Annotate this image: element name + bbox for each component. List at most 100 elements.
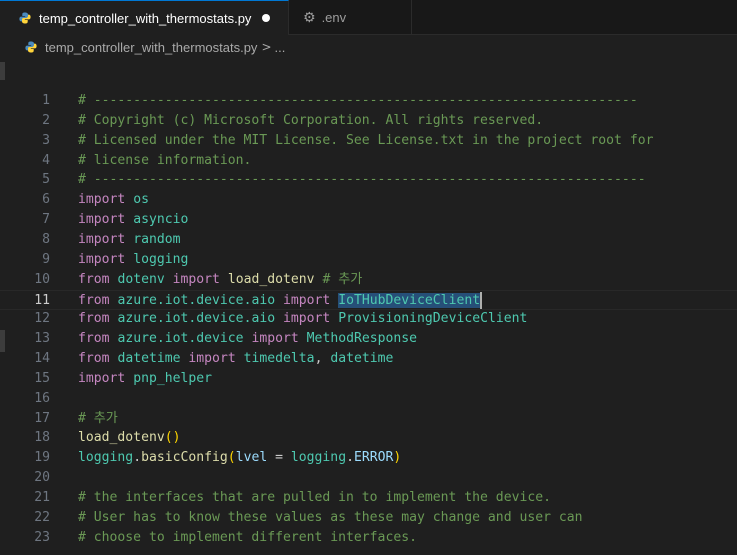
code-token: import — [188, 351, 236, 367]
code-token: , — [314, 351, 331, 367]
code-line[interactable]: 8 import random — [0, 230, 737, 250]
code-token: # Licensed under the MIT License. See Li… — [78, 132, 654, 148]
unsaved-indicator-icon[interactable] — [262, 14, 271, 22]
code-line[interactable]: 12 from azure.iot.device.aio import Provi… — [0, 309, 737, 329]
code-text[interactable]: # the interfaces that are pulled in to i… — [78, 488, 551, 508]
code-line[interactable]: 11 from azure.iot.device.aio import IoTHu… — [0, 289, 737, 311]
code-text[interactable]: from dotenv import load_dotenv # 추가 — [78, 270, 362, 290]
code-token: MethodResponse — [306, 331, 418, 347]
code-token: . — [346, 450, 354, 466]
code-line[interactable]: 20 — [0, 468, 737, 488]
code-token: import — [78, 370, 126, 386]
code-text[interactable]: # 추가 — [78, 409, 118, 429]
tab-env[interactable]: ⚙ .env — [290, 0, 412, 35]
code-line[interactable]: 3 # Licensed under the MIT License. See L… — [0, 131, 737, 151]
code-text[interactable]: # Licensed under the MIT License. See Li… — [78, 131, 653, 151]
code-text[interactable]: # --------------------------------------… — [78, 91, 638, 111]
code-line[interactable]: 1 # -------------------------------------… — [0, 91, 737, 111]
code-text[interactable]: # --------------------------------------… — [78, 170, 646, 190]
tab-temp-controller[interactable]: temp_controller_with_thermostats.py — [0, 0, 289, 35]
code-token: load_dotenv — [78, 430, 165, 446]
code-token: = — [267, 450, 291, 466]
code-token: from — [78, 351, 110, 367]
code-token: import — [172, 271, 220, 287]
line-number: 19 — [34, 450, 50, 466]
code-text[interactable]: from azure.iot.device.aio import IoTHubD… — [78, 291, 483, 311]
code-line[interactable]: 18 load_dotenv() — [0, 428, 737, 448]
code-token: # the interfaces that are pulled in to i… — [78, 490, 551, 505]
breadcrumb-symbols[interactable]: ... — [275, 40, 286, 55]
code-token: os — [133, 192, 149, 208]
code-token: # --------------------------------------… — [78, 93, 638, 108]
line-number: 20 — [34, 470, 50, 486]
breadcrumb-file[interactable]: temp_controller_with_thermostats.py — [45, 40, 257, 55]
code-line[interactable]: 5 # -------------------------------------… — [0, 170, 737, 190]
code-token: azure.iot.device.aio — [117, 292, 276, 308]
code-line[interactable]: 23 # choose to implement different interf… — [0, 528, 737, 548]
code-line[interactable]: 21 # the interfaces that are pulled in to… — [0, 488, 737, 508]
code-token: basicConfig — [141, 450, 228, 466]
line-number: 11 — [34, 292, 50, 308]
code-token: pnp_helper — [133, 370, 213, 386]
code-text[interactable]: from azure.iot.device.aio import Provisi… — [78, 309, 527, 329]
line-number: 16 — [34, 390, 50, 406]
python-file-icon — [19, 12, 31, 24]
code-text[interactable]: # license information. — [78, 151, 251, 171]
code-line[interactable]: 19 logging.basicConfig(lvel = logging.ERR… — [0, 448, 737, 468]
code-line[interactable]: 7 import asyncio — [0, 210, 737, 230]
line-number: 14 — [34, 351, 50, 367]
code-token: import — [78, 231, 126, 247]
code-token: import — [78, 251, 126, 267]
code-token: from — [78, 271, 110, 287]
code-line[interactable]: 22 # User has to know these values as the… — [0, 508, 737, 528]
code-line[interactable]: 6 import os — [0, 190, 737, 210]
code-line[interactable]: 4 # license information. — [0, 151, 737, 171]
code-token: . — [133, 450, 142, 466]
code-token: import — [78, 212, 126, 228]
code-text[interactable]: import asyncio — [78, 210, 188, 230]
code-token: # choose to implement different interfac… — [78, 529, 417, 545]
code-line[interactable]: 16 — [0, 389, 737, 409]
code-token: lvel — [235, 450, 268, 466]
code-text[interactable]: load_dotenv() — [78, 428, 181, 448]
code-line[interactable]: 13 from azure.iot.device import MethodRes… — [0, 329, 737, 349]
code-token: ( — [227, 450, 236, 466]
overview-ruler-mark — [0, 62, 5, 80]
code-text[interactable]: from datetime import timedelta, datetime — [78, 349, 393, 369]
code-text[interactable]: import random — [78, 230, 181, 250]
code-text[interactable]: from azure.iot.device import MethodRespo… — [78, 329, 417, 349]
code-line[interactable]: 9 import logging — [0, 250, 737, 270]
line-number: 5 — [42, 172, 50, 188]
code-token: from — [78, 292, 110, 308]
line-number: 21 — [34, 490, 50, 505]
chevron-right-icon: > — [261, 40, 272, 54]
breadcrumb: temp_controller_with_thermostats.py > ..… — [0, 35, 737, 59]
code-token: dotenv — [117, 271, 165, 287]
code-token: ) — [393, 450, 402, 466]
code-text[interactable]: # User has to know these values as these… — [78, 508, 583, 528]
code-text[interactable]: logging.basicConfig(lvel = logging.ERROR… — [78, 448, 401, 468]
line-number: 10 — [34, 271, 50, 287]
code-line[interactable]: 14 from datetime import timedelta, dateti… — [0, 349, 737, 369]
code-text[interactable]: import pnp_helper — [78, 369, 212, 389]
code-editor[interactable]: 1 # -------------------------------------… — [0, 91, 737, 555]
code-text[interactable]: # choose to implement different interfac… — [78, 528, 417, 548]
code-line[interactable]: 15 import pnp_helper — [0, 369, 737, 389]
line-number: 7 — [42, 212, 50, 228]
line-number: 2 — [42, 112, 50, 128]
code-token: import — [283, 311, 331, 327]
code-text[interactable]: import os — [78, 190, 149, 210]
python-file-icon — [25, 41, 37, 53]
code-text[interactable]: import logging — [78, 250, 188, 270]
line-number: 13 — [34, 331, 50, 347]
code-text[interactable]: # Copyright (c) Microsoft Corporation. A… — [78, 111, 543, 131]
code-token: ProvisioningDeviceClient — [338, 311, 528, 327]
code-token: from — [78, 331, 110, 347]
code-line[interactable]: 2 # Copyright (c) Microsoft Corporation. … — [0, 111, 737, 131]
code-token: import — [283, 292, 331, 308]
code-line[interactable]: 10 from dotenv import load_dotenv # 추가 — [0, 270, 737, 290]
code-line[interactable]: 17 # 추가 — [0, 409, 737, 429]
